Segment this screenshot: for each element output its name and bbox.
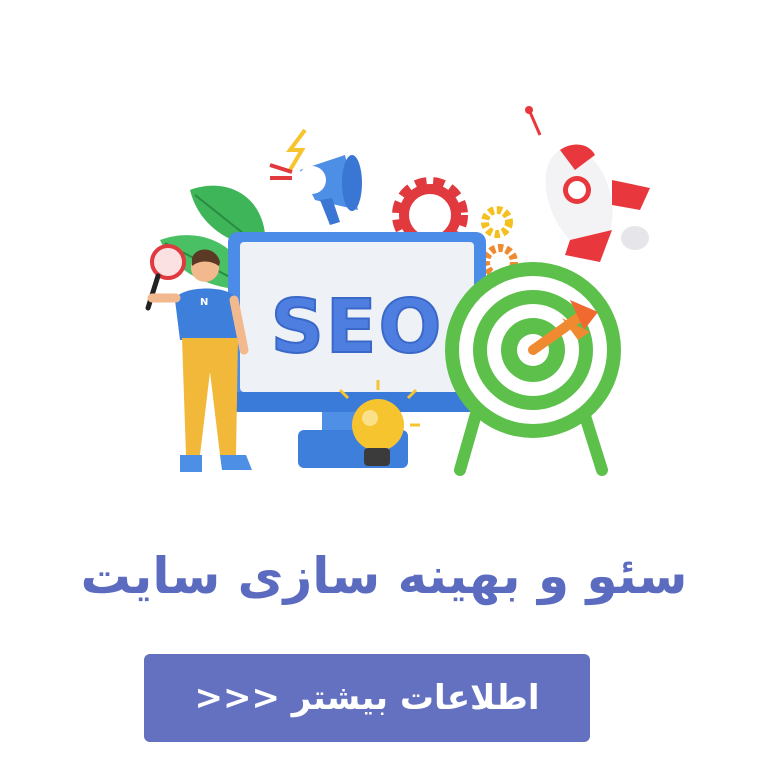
page-title: سئو و بهینه سازی سایت xyxy=(80,547,688,605)
rocket-icon xyxy=(525,106,650,262)
more-info-button-label: اطلاعات بیشتر <<< xyxy=(194,678,540,718)
small-gear-icon xyxy=(481,206,513,238)
shirt-letter: N xyxy=(200,297,208,308)
target-icon xyxy=(445,262,621,476)
megaphone-icon xyxy=(269,128,362,225)
seo-monitor-text: SEO xyxy=(271,284,444,370)
seo-illustration: SEO N xyxy=(145,106,650,476)
more-info-button[interactable]: اطلاعات بیشتر <<< xyxy=(144,654,590,742)
